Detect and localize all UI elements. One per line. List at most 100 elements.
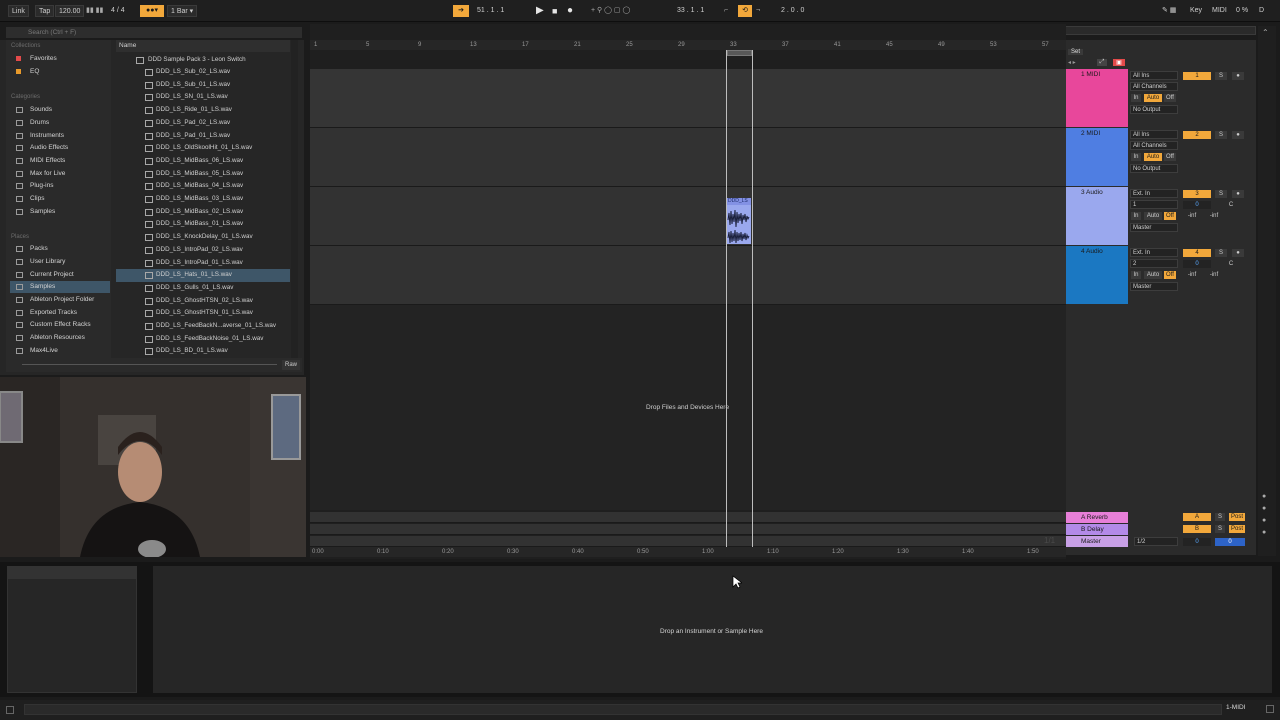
return-b-activator[interactable]: B: [1183, 525, 1211, 533]
file-row[interactable]: DDD_LS_GhostHTSN_01_LS.wav: [116, 307, 290, 320]
arm-icon[interactable]: ●: [1232, 72, 1244, 80]
return-b-post[interactable]: Post: [1229, 525, 1245, 533]
quantize-dropdown[interactable]: 1 Bar ▾: [167, 5, 198, 17]
monitor-in[interactable]: In: [1131, 153, 1141, 161]
drop-area[interactable]: Drop Files and Devices Here: [310, 305, 1066, 510]
input-channel-dropdown[interactable]: 1: [1130, 200, 1178, 209]
category-clips[interactable]: Clips: [10, 193, 110, 205]
category-max-for-live[interactable]: Max for Live: [10, 168, 110, 180]
monitor-in[interactable]: In: [1131, 94, 1141, 102]
place-current-project[interactable]: Current Project: [10, 269, 110, 281]
place-custom-effect-racks[interactable]: Custom Effect Racks: [10, 319, 110, 331]
place-exported-tracks[interactable]: Exported Tracks: [10, 307, 110, 319]
file-row[interactable]: DDD_LS_FeedBackN...averse_01_LS.wav: [116, 320, 290, 333]
file-row[interactable]: DDD_LS_FeedBackNoise_01_LS.wav: [116, 333, 290, 346]
draw-mode-icon[interactable]: ✎ ▦: [1162, 5, 1176, 17]
track-header-1[interactable]: 1 MIDI: [1066, 69, 1128, 127]
place-ableton-project-folder[interactable]: Ableton Project Folder: [10, 294, 110, 306]
browser-search-input[interactable]: Search (Ctrl + F): [6, 27, 302, 38]
input-type-dropdown[interactable]: Ext. In: [1130, 248, 1178, 257]
monitor-off[interactable]: Off: [1164, 271, 1176, 279]
track-volume[interactable]: 0: [1183, 260, 1211, 268]
status-view-toggle-icon[interactable]: [1266, 705, 1274, 713]
input-channel-dropdown[interactable]: All Channels: [1130, 141, 1178, 150]
file-row[interactable]: DDD_LS_Pad_02_LS.wav: [116, 117, 290, 130]
monitor-off[interactable]: Off: [1164, 94, 1176, 102]
return-a-header[interactable]: A Reverb: [1066, 512, 1128, 523]
set-button[interactable]: Set: [1068, 49, 1084, 55]
file-row[interactable]: DDD_LS_MidBass_02_LS.wav: [116, 206, 290, 219]
monitor-auto[interactable]: Auto: [1144, 271, 1162, 279]
chevron-up-icon[interactable]: ⌃: [1262, 28, 1269, 37]
file-row[interactable]: DDD_LS_BD_01_LS.wav: [116, 345, 290, 358]
track-lane-3-audio[interactable]: [310, 187, 1066, 246]
monitor-off[interactable]: Off: [1164, 153, 1176, 161]
place-max4live[interactable]: Max4Live: [10, 345, 110, 357]
input-type-dropdown[interactable]: All Ins: [1130, 130, 1178, 139]
file-row[interactable]: DDD_LS_SN_01_LS.wav: [116, 91, 290, 104]
output-dropdown[interactable]: No Output: [1130, 164, 1178, 173]
collection-favorites[interactable]: Favorites: [10, 53, 110, 65]
raw-button[interactable]: Raw: [282, 360, 301, 370]
key-map-button[interactable]: Key: [1190, 5, 1202, 17]
folder-row[interactable]: DDD Sample Pack 3 - Leon Switch: [116, 54, 290, 67]
monitor-off[interactable]: Off: [1164, 212, 1176, 220]
solo-button[interactable]: S: [1215, 72, 1227, 80]
output-dropdown[interactable]: Master: [1130, 282, 1178, 291]
overdub-icon[interactable]: + ⚲ ◯ ▢ ◯: [591, 5, 630, 17]
track-lane-4-audio[interactable]: [310, 246, 1066, 305]
monitor-auto[interactable]: Auto: [1144, 212, 1162, 220]
file-row[interactable]: DDD_LS_GhostHTSN_02_LS.wav: [116, 295, 290, 308]
monitor-auto[interactable]: Auto: [1144, 94, 1162, 102]
arm-icon[interactable]: ●: [1232, 249, 1244, 257]
track-pan[interactable]: C: [1222, 201, 1240, 209]
loop-brace[interactable]: [727, 50, 752, 56]
track-activator[interactable]: 1: [1183, 72, 1211, 80]
audio-clip[interactable]: DDD_LS: [727, 198, 751, 244]
beat-ruler[interactable]: [310, 40, 1066, 50]
category-drums[interactable]: Drums: [10, 117, 110, 129]
input-channel-dropdown[interactable]: All Channels: [1130, 82, 1178, 91]
file-row[interactable]: DDD_LS_Sub_02_LS.wav: [116, 66, 290, 79]
track-volume[interactable]: 0: [1183, 201, 1211, 209]
track-lane-1-midi[interactable]: [310, 69, 1066, 128]
name-column-header[interactable]: Name: [116, 40, 290, 52]
loop-icon[interactable]: ⟲: [738, 5, 752, 17]
track-pan[interactable]: C: [1222, 260, 1240, 268]
position-display[interactable]: 51 . 1 . 1: [477, 5, 529, 17]
return-b-solo[interactable]: S: [1215, 525, 1225, 533]
tap-button[interactable]: Tap: [35, 5, 55, 17]
file-row[interactable]: DDD_LS_OldSkoolHit_01_LS.wav: [116, 142, 290, 155]
time-ruler[interactable]: [310, 547, 1066, 557]
place-user-library[interactable]: User Library: [10, 256, 110, 268]
file-row[interactable]: DDD_LS_KnockDelay_01_LS.wav: [116, 231, 290, 244]
master-cue-dropdown[interactable]: 1/2: [1134, 537, 1178, 546]
input-channel-dropdown[interactable]: 2: [1130, 259, 1178, 268]
place-packs[interactable]: Packs: [10, 243, 110, 255]
category-instruments[interactable]: Instruments: [10, 130, 110, 142]
track-activator[interactable]: 3: [1183, 190, 1211, 198]
file-row[interactable]: DDD_LS_Hats_01_LS.wav: [116, 269, 290, 282]
track-header-3[interactable]: 3 Audio: [1066, 187, 1128, 245]
browser-scrollbar[interactable]: [291, 40, 298, 358]
loop-start-display[interactable]: 33 . 1 . 1: [677, 5, 725, 17]
file-row[interactable]: DDD_LS_Ride_01_LS.wav: [116, 104, 290, 117]
file-row[interactable]: DDD_LS_MidBass_06_LS.wav: [116, 155, 290, 168]
category-audio-effects[interactable]: Audio Effects: [10, 142, 110, 154]
zoom-icons[interactable]: ● ● ● ●: [1262, 491, 1266, 539]
file-row[interactable]: DDD_LS_Pad_01_LS.wav: [116, 130, 290, 143]
file-row[interactable]: DDD_LS_Gulls_01_LS.wav: [116, 282, 290, 295]
solo-button[interactable]: S: [1215, 190, 1227, 198]
return-b-header[interactable]: B Delay: [1066, 524, 1128, 535]
record-icon[interactable]: ●: [567, 5, 573, 17]
input-type-dropdown[interactable]: Ext. In: [1130, 189, 1178, 198]
file-row[interactable]: DDD_LS_MidBass_03_LS.wav: [116, 193, 290, 206]
time-signature[interactable]: 4 / 4: [111, 5, 139, 17]
output-dropdown[interactable]: Master: [1130, 223, 1178, 232]
monitor-auto[interactable]: Auto: [1144, 153, 1162, 161]
input-type-dropdown[interactable]: All Ins: [1130, 71, 1178, 80]
return-a-solo[interactable]: S: [1215, 513, 1225, 521]
play-icon[interactable]: ▶: [536, 5, 544, 17]
loop-length-display[interactable]: 2 . 0 . 0: [781, 5, 826, 17]
tempo-field[interactable]: 120.00: [55, 5, 85, 17]
